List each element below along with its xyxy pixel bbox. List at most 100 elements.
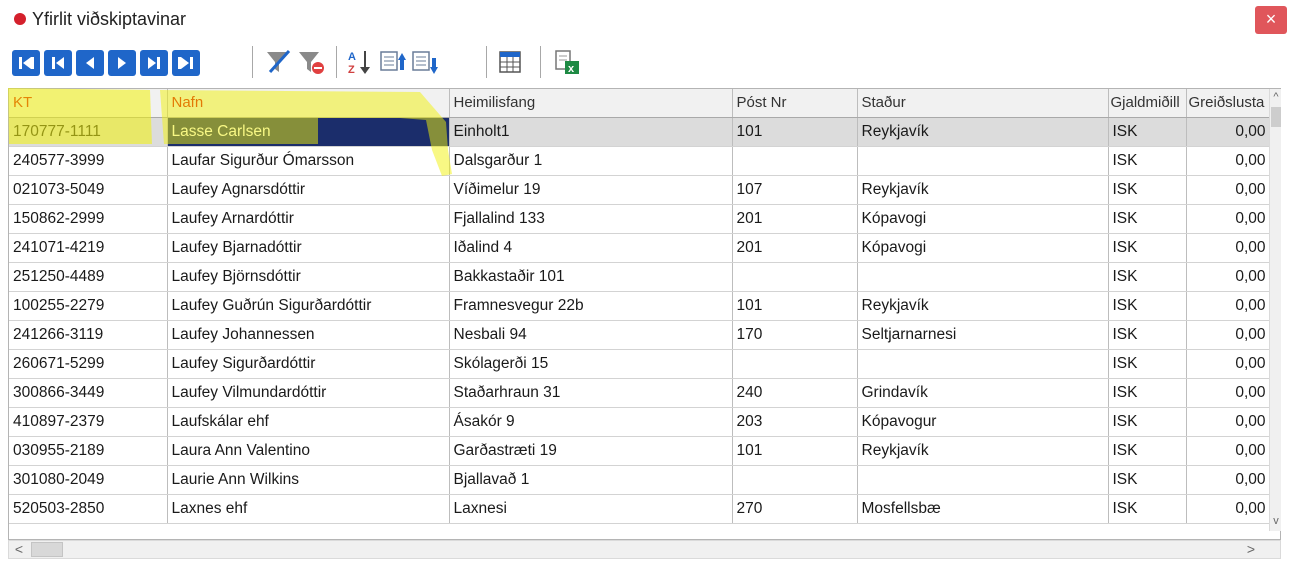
cell-stadur[interactable]: Grindavík [857, 378, 1109, 408]
cell-kt[interactable]: 520503-2850 [9, 494, 168, 524]
customer-grid[interactable]: KT Nafn Heimilisfang Póst Nr Staður Gjal… [8, 88, 1281, 540]
cell-nafn[interactable]: Lasse Carlsen [167, 117, 450, 147]
cell-heimilisfang[interactable]: Garðastræti 19 [449, 436, 733, 466]
cell-gjaldmidill[interactable]: ISK [1108, 175, 1187, 205]
cell-stadur[interactable] [857, 146, 1109, 176]
cell-stadur[interactable]: Reykjavík [857, 291, 1109, 321]
cell-greidslusta[interactable]: 0,00 [1186, 494, 1271, 524]
next-record-icon[interactable] [108, 50, 136, 76]
column-header-post-nr[interactable]: Póst Nr [732, 89, 858, 118]
cell-heimilisfang[interactable]: Dalsgarður 1 [449, 146, 733, 176]
cell-stadur[interactable]: Reykjavík [857, 436, 1109, 466]
cell-heimilisfang[interactable]: Einholt1 [449, 117, 733, 147]
cell-heimilisfang[interactable]: Víðimelur 19 [449, 175, 733, 205]
scroll-down-icon[interactable]: v [1270, 513, 1282, 529]
cell-kt[interactable]: 301080-2049 [9, 465, 168, 495]
cell-greidslusta[interactable]: 0,00 [1186, 146, 1271, 176]
cell-nafn[interactable]: Laxnes ehf [167, 494, 450, 524]
cell-heimilisfang[interactable]: Skólagerði 15 [449, 349, 733, 379]
cell-nafn[interactable]: Laura Ann Valentino [167, 436, 450, 466]
table-row[interactable]: 301080-2049 Laurie Ann Wilkins Bjallavað 1… [9, 465, 1271, 495]
prev-page-icon[interactable] [44, 50, 72, 76]
cell-greidslusta[interactable]: 0,00 [1186, 204, 1271, 234]
clear-filter-icon[interactable] [296, 48, 326, 76]
cell-kt[interactable]: 150862-2999 [9, 204, 168, 234]
cell-stadur[interactable]: Mosfellsbæ [857, 494, 1109, 524]
cell-gjaldmidill[interactable]: ISK [1108, 378, 1187, 408]
cell-post-nr[interactable]: 101 [732, 436, 858, 466]
cell-nafn[interactable]: Laufey Johannessen [167, 320, 450, 350]
vertical-scrollbar[interactable]: ^ v [1269, 89, 1281, 531]
cell-kt[interactable]: 030955-2189 [9, 436, 168, 466]
cell-gjaldmidill[interactable]: ISK [1108, 291, 1187, 321]
prev-record-icon[interactable] [76, 50, 104, 76]
vertical-scroll-thumb[interactable] [1271, 107, 1281, 127]
cell-post-nr[interactable]: 101 [732, 291, 858, 321]
cell-gjaldmidill[interactable]: ISK [1108, 465, 1187, 495]
cell-heimilisfang[interactable]: Bakkastaðir 101 [449, 262, 733, 292]
table-row[interactable]: 520503-2850 Laxnes ehf Laxnesi 270 Mosfellsb… [9, 494, 1271, 524]
column-header-gjaldmidill[interactable]: Gjaldmiðill [1108, 89, 1187, 118]
cell-greidslusta[interactable]: 0,00 [1186, 465, 1271, 495]
cell-heimilisfang[interactable]: Laxnesi [449, 494, 733, 524]
table-row[interactable]: 021073-5049 Laufey Agnarsdóttir Víðimelur … [9, 175, 1271, 205]
table-row[interactable]: 241071-4219 Laufey Bjarnadóttir Iðalind 42… [9, 233, 1271, 263]
cell-stadur[interactable]: Kópavogur [857, 407, 1109, 437]
cell-nafn[interactable]: Laufey Agnarsdóttir [167, 175, 450, 205]
cell-gjaldmidill[interactable]: ISK [1108, 494, 1187, 524]
cell-post-nr[interactable]: 240 [732, 378, 858, 408]
cell-kt[interactable]: 240577-3999 [9, 146, 168, 176]
cell-gjaldmidill[interactable]: ISK [1108, 233, 1187, 263]
cell-heimilisfang[interactable]: Bjallavað 1 [449, 465, 733, 495]
cell-kt[interactable]: 410897-2379 [9, 407, 168, 437]
cell-kt[interactable]: 251250-4489 [9, 262, 168, 292]
cell-nafn[interactable]: Laurie Ann Wilkins [167, 465, 450, 495]
sort-az-icon[interactable]: AZ [346, 48, 376, 76]
cell-nafn[interactable]: Laufey Guðrún Sigurðardóttir [167, 291, 450, 321]
cell-gjaldmidill[interactable]: ISK [1108, 320, 1187, 350]
scroll-right-icon[interactable]: > [1241, 541, 1261, 558]
excel-export-icon[interactable]: x [552, 48, 582, 76]
column-header-stadur[interactable]: Staður [857, 89, 1109, 118]
cell-heimilisfang[interactable]: Staðarhraun 31 [449, 378, 733, 408]
cell-heimilisfang[interactable]: Iðalind 4 [449, 233, 733, 263]
export-down-icon[interactable] [410, 48, 440, 76]
cell-greidslusta[interactable]: 0,00 [1186, 291, 1271, 321]
cell-post-nr[interactable]: 203 [732, 407, 858, 437]
cell-gjaldmidill[interactable]: ISK [1108, 204, 1187, 234]
column-header-nafn[interactable]: Nafn [167, 89, 450, 118]
cell-post-nr[interactable] [732, 262, 858, 292]
cell-kt[interactable]: 241071-4219 [9, 233, 168, 263]
cell-stadur[interactable]: Reykjavík [857, 175, 1109, 205]
cell-heimilisfang[interactable]: Fjallalind 133 [449, 204, 733, 234]
table-row[interactable]: 100255-2279 Laufey Guðrún Sigurðardóttir F… [9, 291, 1271, 321]
cell-gjaldmidill[interactable]: ISK [1108, 407, 1187, 437]
cell-heimilisfang[interactable]: Framnesvegur 22b [449, 291, 733, 321]
table-row[interactable]: 240577-3999 Laufar Sigurður Ómarsson Dalsg… [9, 146, 1271, 176]
cell-stadur[interactable]: Kópavogi [857, 204, 1109, 234]
cell-kt[interactable]: 300866-3449 [9, 378, 168, 408]
cell-gjaldmidill[interactable]: ISK [1108, 349, 1187, 379]
cell-post-nr[interactable]: 201 [732, 233, 858, 263]
cell-nafn[interactable]: Laufskálar ehf [167, 407, 450, 437]
next-page-icon[interactable] [140, 50, 168, 76]
cell-stadur[interactable] [857, 262, 1109, 292]
cell-nafn[interactable]: Laufar Sigurður Ómarsson [167, 146, 450, 176]
cell-nafn[interactable]: Laufey Arnardóttir [167, 204, 450, 234]
cell-greidslusta[interactable]: 0,00 [1186, 117, 1271, 147]
cell-stadur[interactable] [857, 349, 1109, 379]
scroll-left-icon[interactable]: < [9, 541, 29, 558]
cell-gjaldmidill[interactable]: ISK [1108, 117, 1187, 147]
export-up-icon[interactable] [378, 48, 408, 76]
scroll-up-icon[interactable]: ^ [1270, 89, 1282, 105]
cell-post-nr[interactable] [732, 465, 858, 495]
table-row[interactable]: 251250-4489 Laufey Björnsdóttir Bakkastaði… [9, 262, 1271, 292]
cell-greidslusta[interactable]: 0,00 [1186, 262, 1271, 292]
table-row[interactable]: 260671-5299 Laufey Sigurðardóttir Skólager… [9, 349, 1271, 379]
column-header-greidslusta[interactable]: Greiðslusta [1186, 89, 1271, 118]
cell-greidslusta[interactable]: 0,00 [1186, 378, 1271, 408]
cell-nafn[interactable]: Laufey Sigurðardóttir [167, 349, 450, 379]
cell-heimilisfang[interactable]: Nesbali 94 [449, 320, 733, 350]
cell-post-nr[interactable]: 101 [732, 117, 858, 147]
horizontal-scrollbar[interactable]: < > [8, 540, 1281, 559]
